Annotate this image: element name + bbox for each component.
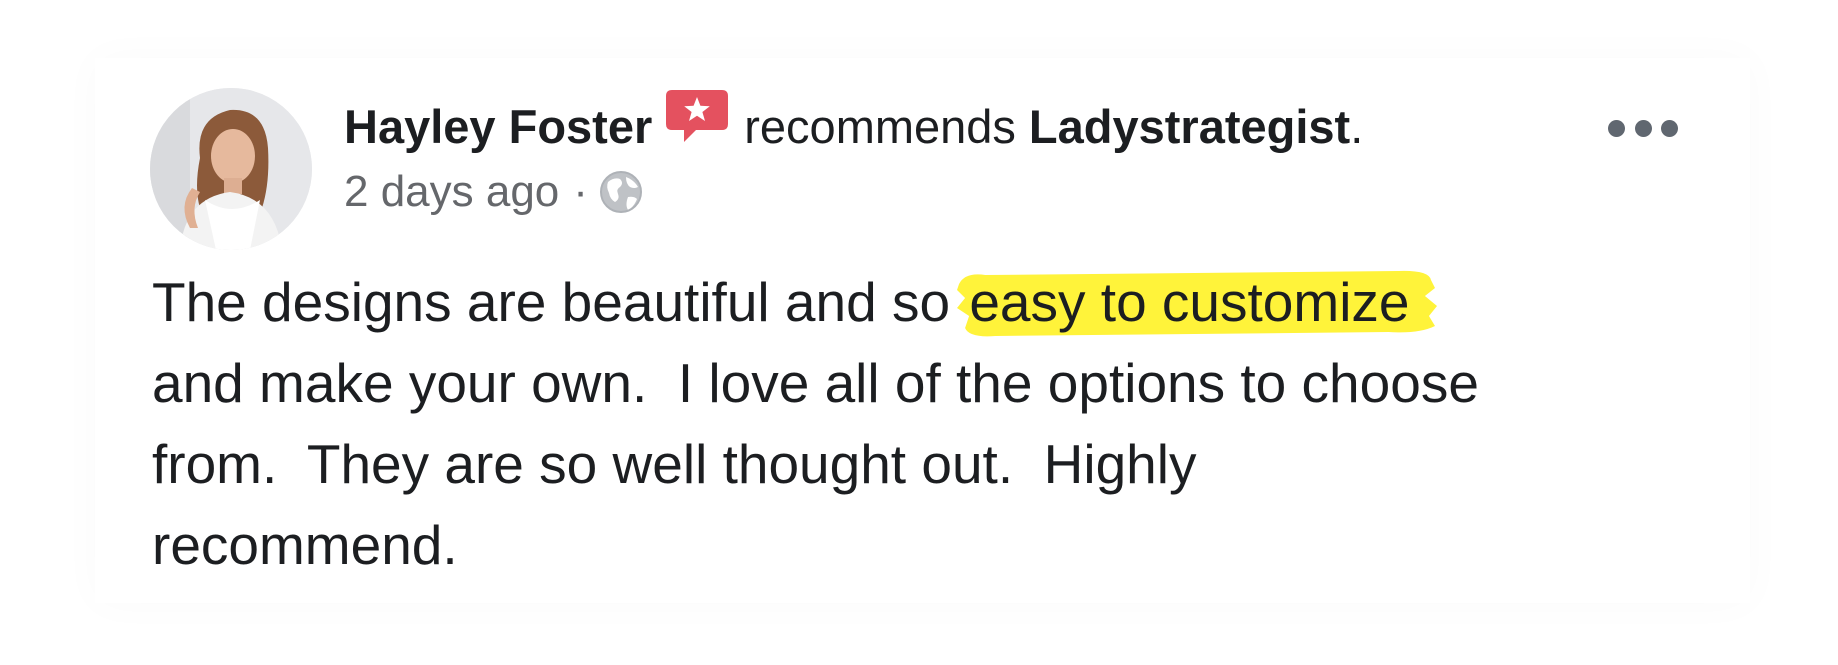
post-body-line-3: from. They are so well thought out. High… <box>152 433 1197 495</box>
highlighted-phrase: easy to customize <box>957 262 1438 343</box>
page-name-link[interactable]: Ladystrategist <box>1029 95 1350 159</box>
post-body-line-1-start: The designs are beautiful and so <box>152 271 966 333</box>
more-dot <box>1661 119 1678 137</box>
recommends-text: recommends <box>744 100 1016 153</box>
timestamp[interactable]: 2 days ago <box>344 167 559 217</box>
avatar-photo <box>150 88 312 250</box>
author-name[interactable]: Hayley Foster <box>344 95 652 159</box>
page-name-suffix: . <box>1350 100 1364 153</box>
more-options-icon[interactable] <box>1608 110 1678 146</box>
post-meta: 2 days ago · <box>344 164 644 220</box>
avatar[interactable] <box>150 88 312 250</box>
highlight-text: easy to customize <box>969 271 1410 333</box>
recommend-star-icon <box>666 90 729 148</box>
more-dot <box>1608 119 1625 137</box>
more-dot <box>1634 119 1652 137</box>
post-body-line-4: recommend. <box>152 514 458 576</box>
meta-separator: · <box>573 167 588 216</box>
post-header: Hayley Foster recommends Ladystrategist. <box>344 90 1364 159</box>
post-body-line-2: and make your own. I love all of the opt… <box>152 352 1479 414</box>
post-body: The designs are beautiful and so easy to… <box>152 262 1712 586</box>
globe-icon[interactable] <box>598 169 644 215</box>
